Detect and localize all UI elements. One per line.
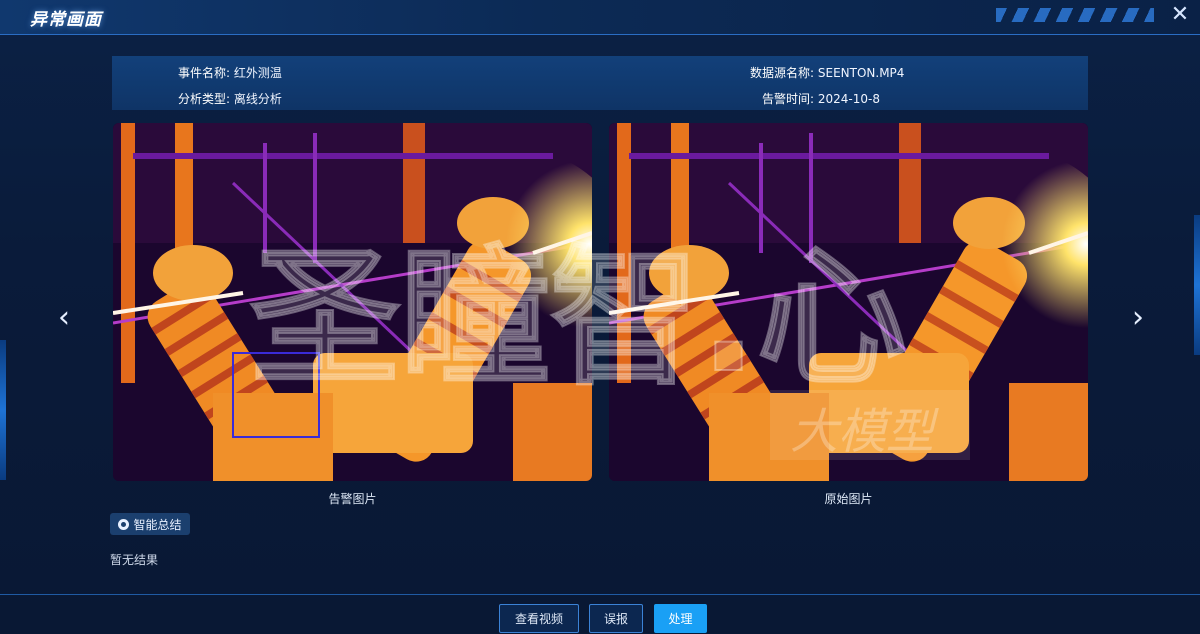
event-name-value: 红外测温: [233, 66, 282, 80]
left-edge-decoration: [0, 340, 6, 480]
misreport-button[interactable]: 误报: [589, 604, 643, 633]
handle-button[interactable]: 处理: [654, 604, 707, 633]
chat-bubble-icon: [118, 518, 130, 530]
data-source-label: 数据源名称:: [750, 66, 815, 80]
footer-divider: [0, 594, 1200, 595]
header-decoration: [996, 8, 1154, 22]
alarm-time-label: 告警时间:: [762, 92, 815, 106]
thermal-scene-original: [609, 123, 1088, 481]
abnormal-image-dialog: 异常画面 ✕ 事件名称: 红外测温 分析类型: 离线分析 数据源名称: SEEN…: [0, 0, 1200, 634]
data-source: 数据源名称: SEENTON.MP4: [750, 64, 904, 81]
analysis-type: 分析类型: 离线分析: [178, 90, 282, 107]
summary-result: 暂无结果: [110, 553, 159, 567]
right-edge-decoration: [1194, 215, 1200, 355]
analysis-type-label: 分析类型:: [178, 92, 231, 106]
analysis-type-value: 离线分析: [233, 92, 282, 106]
dialog-title: 异常画面: [30, 10, 102, 30]
event-name-label: 事件名称:: [178, 66, 231, 80]
alarm-image[interactable]: [113, 123, 592, 481]
chevron-left-icon[interactable]: ‹: [52, 300, 76, 336]
close-icon[interactable]: ✕: [1168, 2, 1192, 28]
event-info-bar: 事件名称: 红外测温 分析类型: 离线分析 数据源名称: SEENTON.MP4…: [112, 56, 1088, 110]
original-image[interactable]: [609, 123, 1088, 481]
alarm-image-caption: 告警图片: [328, 492, 377, 506]
event-name: 事件名称: 红外测温: [178, 64, 282, 81]
smart-summary-label: 智能总结: [133, 517, 182, 532]
alarm-time: 告警时间: 2024-10-8: [762, 90, 880, 107]
view-video-button[interactable]: 查看视频: [499, 604, 579, 633]
chevron-right-icon[interactable]: ›: [1126, 300, 1150, 336]
original-image-caption: 原始图片: [824, 492, 873, 506]
data-source-value: SEENTON.MP4: [817, 66, 905, 80]
alarm-time-value: 2024-10-8: [817, 92, 880, 106]
dialog-header: 异常画面 ✕: [0, 0, 1200, 35]
thermal-scene-alarm: [113, 123, 592, 481]
smart-summary-button[interactable]: 智能总结: [110, 513, 190, 535]
